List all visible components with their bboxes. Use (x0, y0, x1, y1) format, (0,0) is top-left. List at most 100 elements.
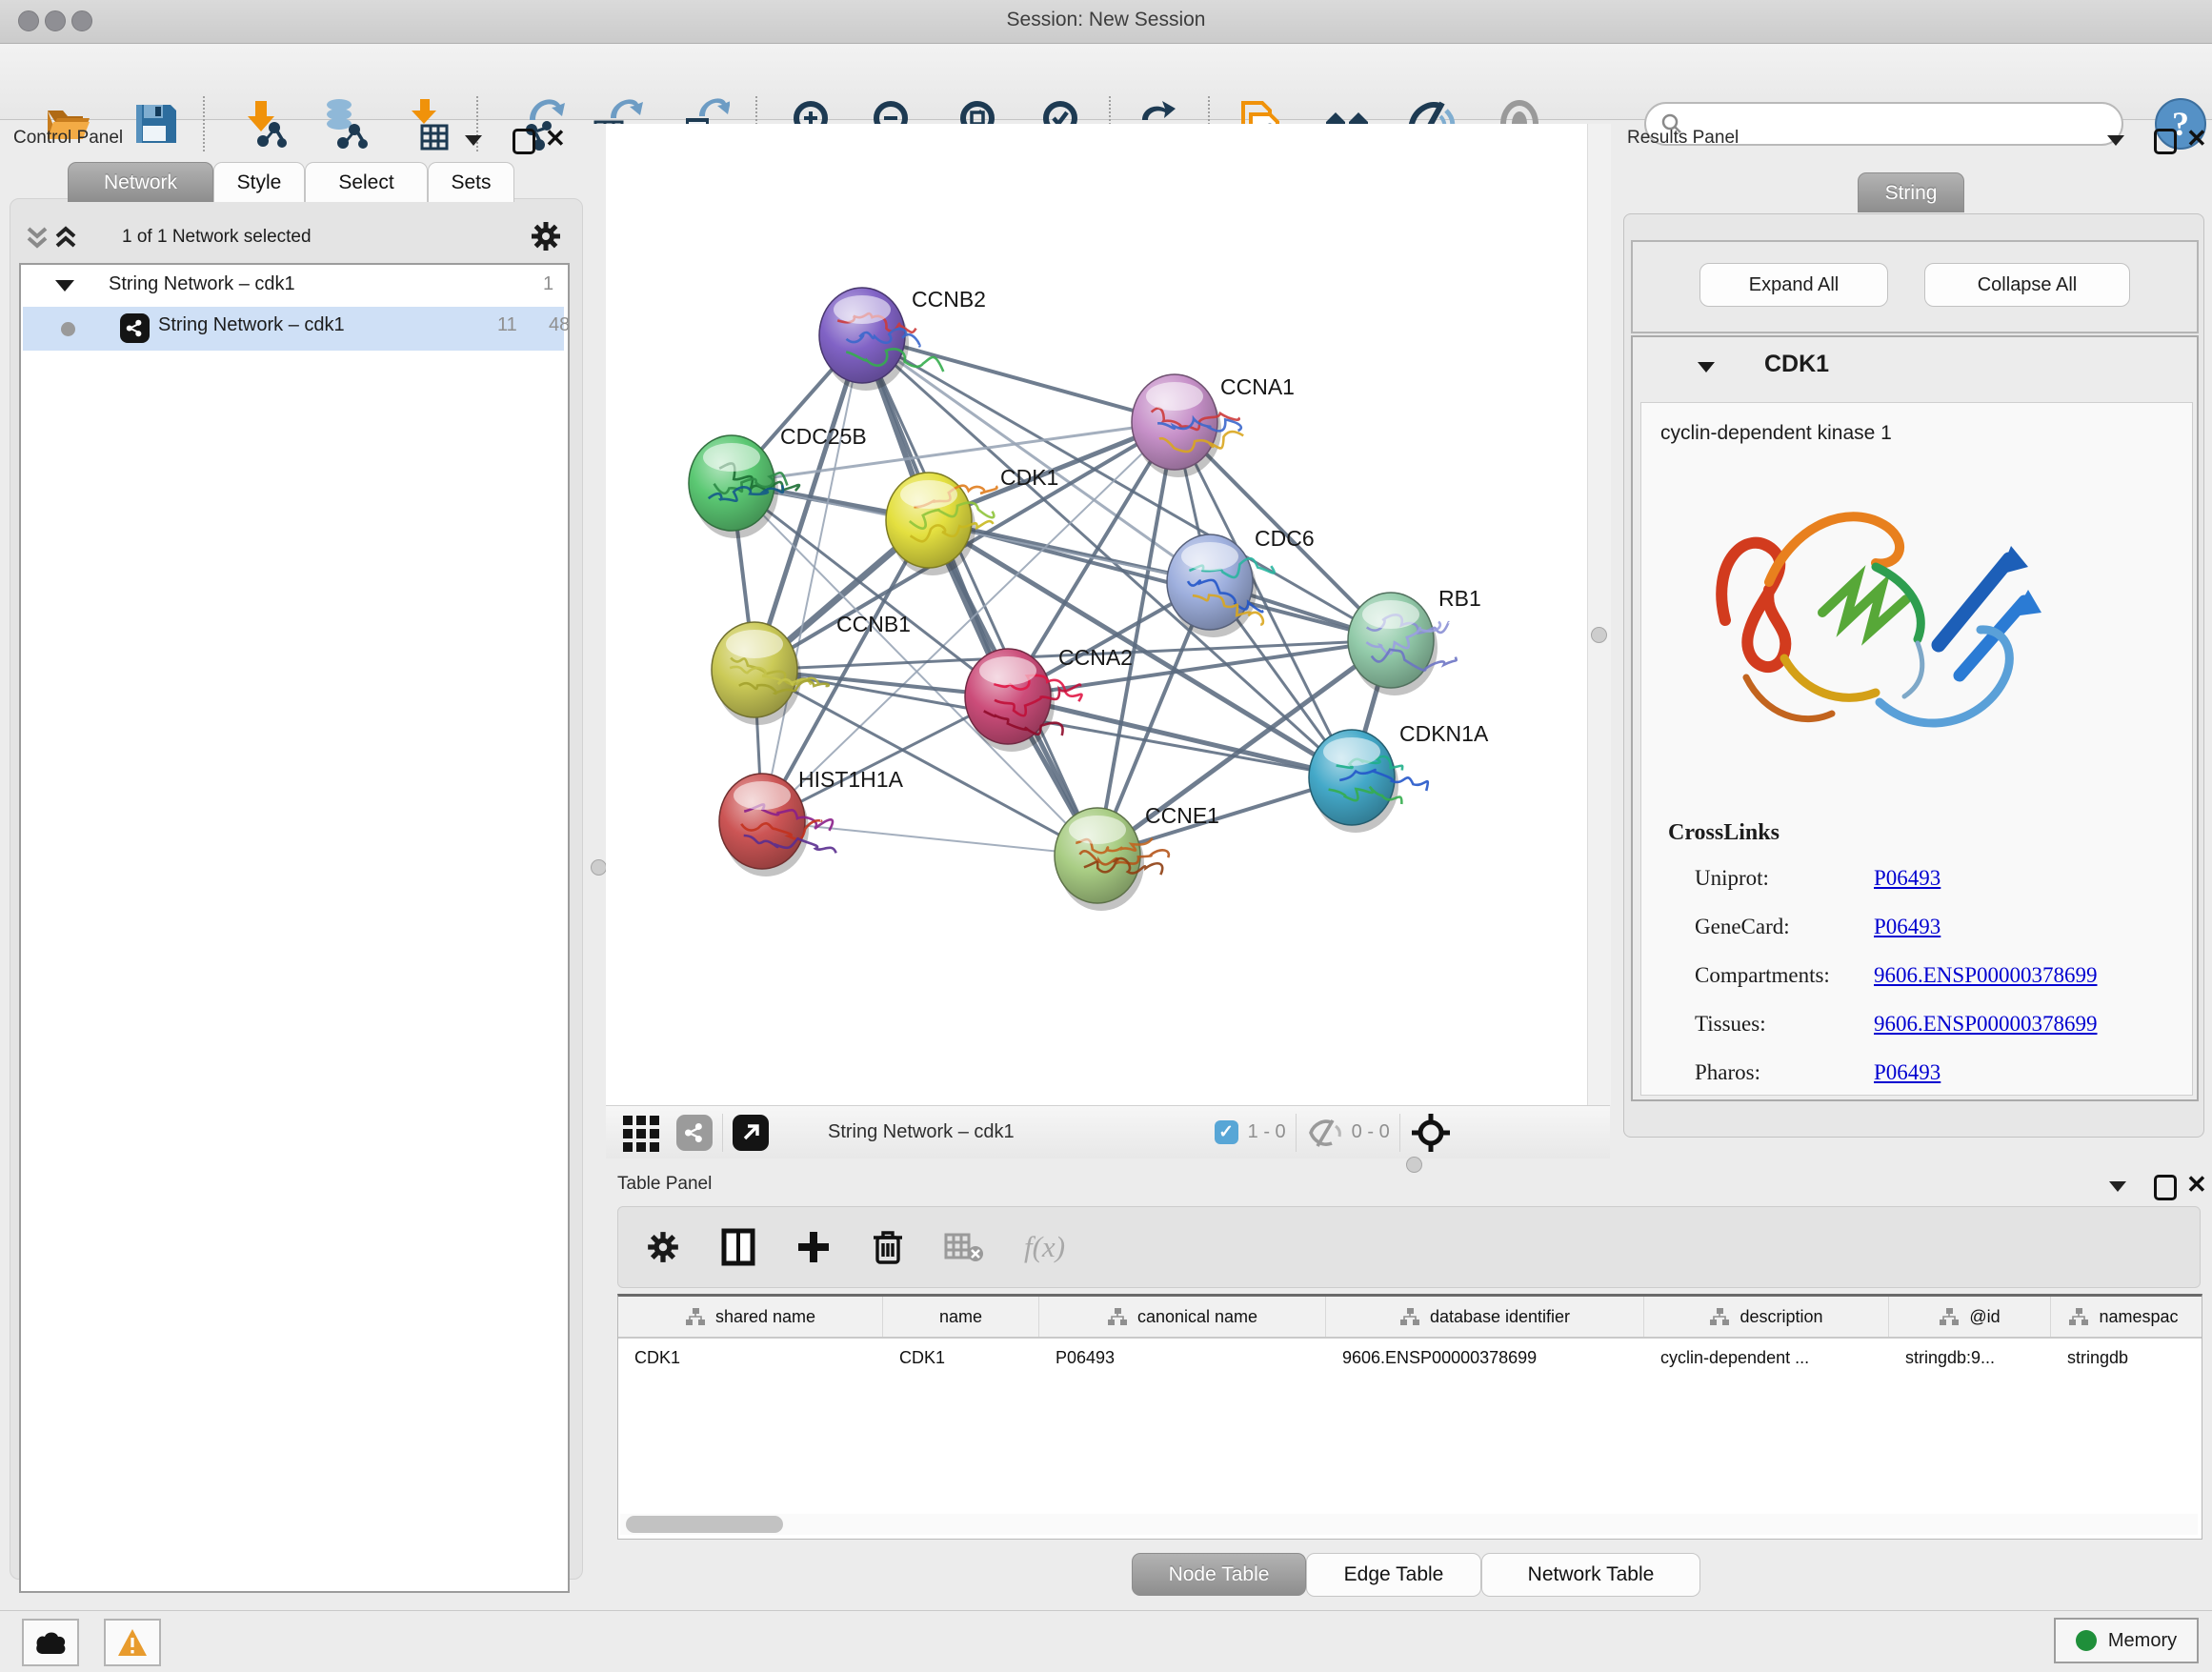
table-header-row: shared name name canonical name database… (618, 1297, 2202, 1339)
network-node-ccna2[interactable]: CCNA2 (965, 645, 1133, 752)
table-gear-icon[interactable] (645, 1229, 681, 1265)
control-panel-float-icon[interactable] (513, 129, 535, 154)
collapse-all-button[interactable]: Collapse All (1924, 263, 2130, 307)
network-right-splitter-handle[interactable] (1591, 627, 1607, 643)
window-title: Session: New Session (0, 9, 2212, 31)
grid-view-icon[interactable] (621, 1112, 663, 1154)
crosslink-compartments-link[interactable]: 9606.ENSP00000378699 (1874, 963, 2098, 988)
network-status-dot (61, 322, 75, 336)
network-view-title: String Network – cdk1 (828, 1121, 1015, 1143)
column-header-id[interactable]: @id (1889, 1297, 2051, 1337)
crosslink-genecard-link[interactable]: P06493 (1874, 915, 1941, 939)
protein-name: CDK1 (1764, 351, 1829, 378)
network-options-gear-icon[interactable] (529, 219, 563, 253)
column-header-name[interactable]: name (883, 1297, 1039, 1337)
left-splitter-handle[interactable] (591, 859, 607, 876)
table-row[interactable]: CDK1 CDK1 P06493 9606.ENSP00000378699 cy… (618, 1339, 2202, 1377)
network-edge[interactable] (762, 335, 862, 821)
left-splitter[interactable] (591, 124, 606, 1610)
cdk1-section-collapse-icon[interactable] (1698, 362, 1715, 373)
network-badge-icon[interactable] (676, 1115, 713, 1151)
open-in-window-icon[interactable] (733, 1115, 769, 1151)
column-header-namespace[interactable]: namespac (2051, 1297, 2196, 1337)
network-node-cdc6[interactable]: CDC6 (1167, 526, 1315, 637)
column-type-icon (1939, 1307, 1960, 1326)
collection-expand-icon[interactable] (55, 280, 74, 292)
expand-all-button[interactable]: Expand All (1699, 263, 1888, 307)
network-canvas[interactable]: CCNB2CCNA1CDC25BCDK1CDC6RB1CCNB1CCNA2CDK… (606, 124, 1587, 1105)
collection-name: String Network – cdk1 (109, 273, 295, 295)
tab-edge-table[interactable]: Edge Table (1306, 1553, 1481, 1597)
node-label: CCNA1 (1220, 374, 1295, 399)
tab-sets[interactable]: Sets (428, 162, 514, 202)
warnings-button[interactable] (104, 1619, 161, 1666)
selected-checkbox-icon[interactable]: ✓ (1215, 1120, 1238, 1144)
crosslink-label: Compartments: (1695, 963, 1830, 988)
table-panel-collapse-icon[interactable] (2109, 1181, 2126, 1192)
results-panel-float-icon[interactable] (2154, 129, 2177, 154)
results-panel-collapse-icon[interactable] (2107, 135, 2124, 146)
memory-button[interactable]: Memory (2054, 1618, 2199, 1663)
node-label: CCNB2 (912, 287, 986, 312)
column-type-icon (1107, 1307, 1128, 1326)
table-scrollbar-thumb[interactable] (626, 1516, 783, 1533)
column-header-description[interactable]: description (1644, 1297, 1889, 1337)
tab-select[interactable]: Select (305, 162, 428, 202)
control-panel-collapse-icon[interactable] (465, 135, 482, 146)
tab-node-table[interactable]: Node Table (1132, 1553, 1306, 1596)
function-builder-icon: f(x) (1024, 1230, 1065, 1264)
expand-all-icon[interactable] (50, 221, 82, 253)
control-panel-close-icon[interactable]: ✕ (545, 129, 566, 148)
tab-network[interactable]: Network (68, 162, 213, 202)
network-right-splitter[interactable] (1587, 124, 1611, 1105)
network-node-hist1h1a[interactable]: HIST1H1A (719, 767, 904, 876)
network-collection-row[interactable]: String Network – cdk1 1 (21, 265, 564, 307)
control-panel-title: Control Panel (13, 128, 123, 149)
table-panel-close-icon[interactable]: ✕ (2186, 1175, 2207, 1194)
table-panel-title: Table Panel (617, 1174, 712, 1195)
network-edge[interactable] (762, 821, 1097, 856)
node-label: CCNA2 (1058, 645, 1133, 670)
collection-count: 1 (543, 273, 553, 295)
column-type-icon (1709, 1307, 1730, 1326)
network-node-cdkn1a[interactable]: CDKN1A (1309, 721, 1489, 833)
add-column-icon[interactable] (795, 1229, 832, 1265)
node-label: CDKN1A (1399, 721, 1489, 746)
crosslink-uniprot-link[interactable]: P06493 (1874, 866, 1941, 891)
network-view-toolbar: String Network – cdk1 ✓ 1 - 0 0 - 0 (606, 1105, 1610, 1159)
network-node-ccnb2[interactable]: CCNB2 (819, 287, 986, 391)
cloud-status-button[interactable] (22, 1619, 79, 1666)
results-expand-box: Expand All Collapse All (1631, 240, 2199, 333)
column-header-database-identifier[interactable]: database identifier (1326, 1297, 1644, 1337)
crosslink-tissues-link[interactable]: 9606.ENSP00000378699 (1874, 1012, 2098, 1037)
column-header-canonical-name[interactable]: canonical name (1039, 1297, 1326, 1337)
crosslink-label: Tissues: (1695, 1012, 1766, 1037)
tab-style[interactable]: Style (213, 162, 305, 202)
table-panel-float-icon[interactable] (2154, 1175, 2177, 1200)
horizontal-splitter[interactable] (606, 1158, 2212, 1170)
protein-description: cyclin-dependent kinase 1 (1660, 422, 1892, 445)
network-row-name: String Network – cdk1 (158, 314, 345, 336)
delete-column-trash-icon[interactable] (872, 1228, 904, 1266)
table-toolbar: f(x) (617, 1206, 2201, 1288)
collapse-all-icon[interactable] (21, 221, 53, 253)
column-header-shared-name[interactable]: shared name (618, 1297, 883, 1337)
table-horizontal-scrollbar[interactable] (620, 1514, 2198, 1535)
control-panel: Control Panel ✕ Network Style Select Set… (0, 120, 600, 1610)
birdseye-crosshair-icon[interactable] (1410, 1112, 1452, 1154)
column-type-icon (685, 1307, 706, 1326)
network-row-selected[interactable]: String Network – cdk1 11 48 (23, 307, 564, 351)
tab-network-table[interactable]: Network Table (1481, 1553, 1700, 1597)
network-graph[interactable]: CCNB2CCNA1CDC25BCDK1CDC6RB1CCNB1CCNA2CDK… (606, 124, 1587, 1105)
network-node-ccne1[interactable]: CCNE1 (1055, 803, 1219, 911)
network-edge-count: 48 (549, 314, 570, 336)
show-columns-icon[interactable] (721, 1228, 755, 1266)
tab-string[interactable]: String (1858, 172, 1964, 212)
results-panel-close-icon[interactable]: ✕ (2186, 129, 2207, 148)
node-label: CDK1 (1000, 465, 1058, 490)
node-label: RB1 (1438, 586, 1481, 611)
network-node-rb1[interactable]: RB1 (1348, 586, 1481, 695)
crosslink-label: GeneCard: (1695, 915, 1790, 939)
crosslink-pharos-link[interactable]: P06493 (1874, 1060, 1941, 1085)
network-node-cdc25b[interactable]: CDC25B (689, 424, 867, 538)
